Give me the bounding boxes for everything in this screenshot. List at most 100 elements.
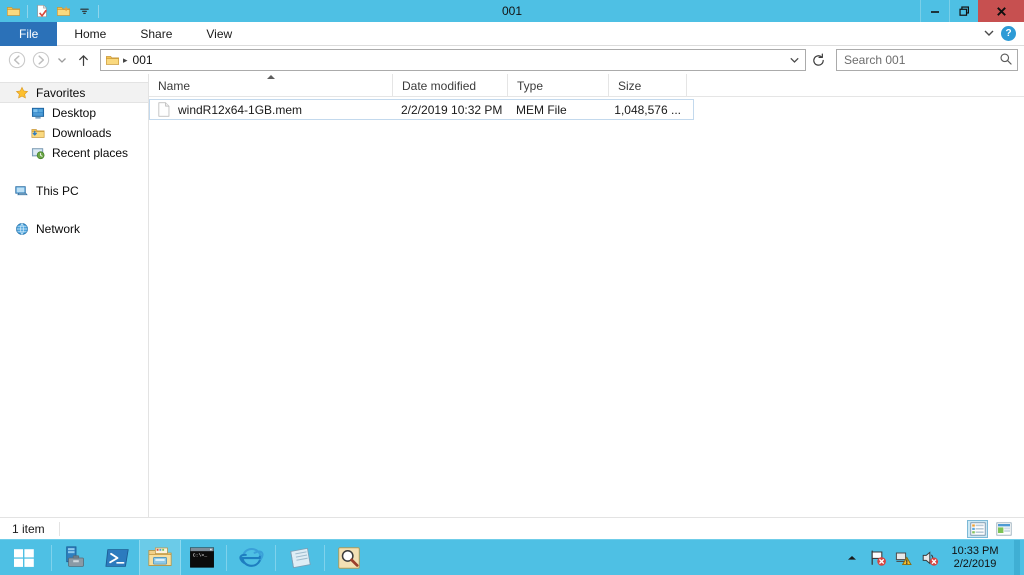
qat-separator-1 <box>27 4 28 18</box>
navigation-bar: ▸ 001 Search 001 <box>0 46 1024 74</box>
close-button[interactable] <box>978 0 1024 22</box>
sidebar-label-favorites: Favorites <box>36 85 86 100</box>
forward-button[interactable] <box>30 49 52 71</box>
column-header-name[interactable]: Name <box>149 74 393 97</box>
system-menu-folder-icon[interactable] <box>4 2 22 20</box>
details-view-button[interactable] <box>967 519 988 538</box>
file-list-pane: Name Date modified Type Size windR12x64-… <box>149 74 1024 517</box>
taskbar-separator-2 <box>226 544 227 571</box>
tab-home[interactable]: Home <box>57 22 123 46</box>
refresh-button[interactable] <box>808 53 828 68</box>
taskbar-separator <box>51 544 52 571</box>
taskbar-notepad[interactable] <box>279 540 321 575</box>
tab-file[interactable]: File <box>0 22 58 46</box>
taskbar-internet-explorer[interactable] <box>230 540 272 575</box>
star-icon <box>14 85 30 101</box>
tab-share[interactable]: Share <box>123 22 189 46</box>
new-folder-icon[interactable] <box>54 2 72 20</box>
status-separator <box>58 521 60 536</box>
view-buttons <box>967 519 1024 538</box>
breadcrumb-separator[interactable]: ▸ <box>121 55 133 66</box>
file-name-cell[interactable]: windR12x64-1GB.mem <box>150 100 393 119</box>
sidebar-label-downloads: Downloads <box>52 126 112 140</box>
taskbar-file-explorer[interactable] <box>139 539 181 575</box>
taskbar-clock[interactable]: 10:33 PM 2/2/2019 <box>946 545 1008 571</box>
ribbon-right-controls: ? <box>983 22 1024 45</box>
file-name-text: windR12x64-1GB.mem <box>178 102 303 117</box>
taskbar-separator-3 <box>275 544 276 571</box>
file-date-cell: 2/2/2019 10:32 PM <box>401 102 503 117</box>
qat-separator-2 <box>98 4 99 18</box>
column-header-date-modified[interactable]: Date modified <box>393 74 508 97</box>
recent-locations-chevron-down-icon[interactable] <box>54 49 70 71</box>
previous-locations-chevron-down-icon[interactable] <box>785 56 803 64</box>
sidebar-item-downloads[interactable]: Downloads <box>0 123 148 143</box>
sidebar-label-network: Network <box>36 222 81 236</box>
title-bar: 001 <box>0 0 1024 22</box>
taskbar-server-manager[interactable] <box>55 540 97 575</box>
taskbar: C:\>_ 10:33 PM 2/2/2019 <box>0 539 1024 575</box>
taskbar-search[interactable] <box>328 540 370 575</box>
help-icon[interactable]: ? <box>1001 26 1016 41</box>
taskbar-powershell[interactable] <box>97 540 139 575</box>
this-pc-icon <box>14 183 30 199</box>
show-desktop-button[interactable] <box>1014 539 1020 575</box>
sidebar-item-network[interactable]: Network <box>0 219 148 239</box>
window-title: 001 <box>501 4 523 18</box>
column-headers: Name Date modified Type Size <box>149 74 1024 97</box>
navpane-spacer-2 <box>0 201 148 219</box>
action-center-flag-icon[interactable] <box>868 548 888 568</box>
file-list[interactable]: windR12x64-1GB.mem 2/2/2019 10:32 PM MEM… <box>149 97 1024 517</box>
network-warning-icon[interactable] <box>894 548 914 568</box>
file-size-cell: 1,048,576 ... <box>614 102 681 117</box>
clock-time: 10:33 PM <box>951 544 999 557</box>
generic-file-icon <box>156 102 172 118</box>
restore-button[interactable] <box>949 0 978 22</box>
expand-ribbon-chevron-down-icon[interactable] <box>983 27 995 41</box>
file-explorer-window: 001 File Home Share View ? ▸ 001 Search … <box>0 0 1024 575</box>
window-controls <box>920 0 1024 22</box>
sidebar-item-favorites[interactable]: Favorites <box>0 82 148 103</box>
status-bar: 1 item <box>0 517 1024 539</box>
taskbar-separator-4 <box>324 544 325 571</box>
clock-date: 2/2/2019 <box>953 557 997 570</box>
quick-access-toolbar <box>0 0 101 22</box>
address-folder-icon <box>103 53 121 67</box>
address-bar-right <box>785 56 803 64</box>
search-box[interactable]: Search 001 <box>836 49 1018 71</box>
file-type-cell: MEM File <box>516 102 567 117</box>
sidebar-label-this-pc: This PC <box>36 184 79 198</box>
taskbar-command-prompt[interactable]: C:\>_ <box>181 540 223 575</box>
customize-qat-chevron-icon[interactable] <box>75 2 93 20</box>
system-tray: 10:33 PM 2/2/2019 <box>842 539 1024 575</box>
downloads-icon <box>30 125 46 141</box>
minimize-button[interactable] <box>920 0 949 22</box>
start-button[interactable] <box>0 540 48 575</box>
properties-icon[interactable] <box>33 2 51 20</box>
sidebar-label-recent-places: Recent places <box>52 146 129 160</box>
up-button[interactable] <box>72 49 94 71</box>
back-button[interactable] <box>6 49 28 71</box>
address-bar[interactable]: ▸ 001 <box>100 49 806 71</box>
sidebar-item-recent-places[interactable]: Recent places <box>0 143 148 163</box>
column-header-size[interactable]: Size <box>609 74 687 97</box>
sidebar-label-desktop: Desktop <box>52 106 97 120</box>
search-icon[interactable] <box>999 52 1013 69</box>
sidebar-item-desktop[interactable]: Desktop <box>0 103 148 123</box>
volume-muted-icon[interactable] <box>920 548 940 568</box>
network-icon <box>14 221 30 237</box>
item-count-label: 1 item <box>12 521 45 536</box>
tab-view[interactable]: View <box>189 22 249 46</box>
svg-text:C:\>_: C:\>_ <box>193 552 207 558</box>
sidebar-item-this-pc[interactable]: This PC <box>0 181 148 201</box>
search-input[interactable]: Search 001 <box>841 53 999 67</box>
show-hidden-icons-chevron-up-icon[interactable] <box>842 548 862 568</box>
ribbon-tab-bar: File Home Share View ? <box>0 22 1024 46</box>
navigation-pane: Favorites Desktop Downloads Recent place… <box>0 74 149 517</box>
column-header-type[interactable]: Type <box>508 74 609 97</box>
large-icons-view-button[interactable] <box>993 520 1014 538</box>
navpane-spacer-1 <box>0 163 148 181</box>
table-row[interactable]: windR12x64-1GB.mem 2/2/2019 10:32 PM MEM… <box>149 99 694 120</box>
breadcrumb-001[interactable]: 001 <box>133 53 153 67</box>
desktop-icon <box>30 105 46 121</box>
